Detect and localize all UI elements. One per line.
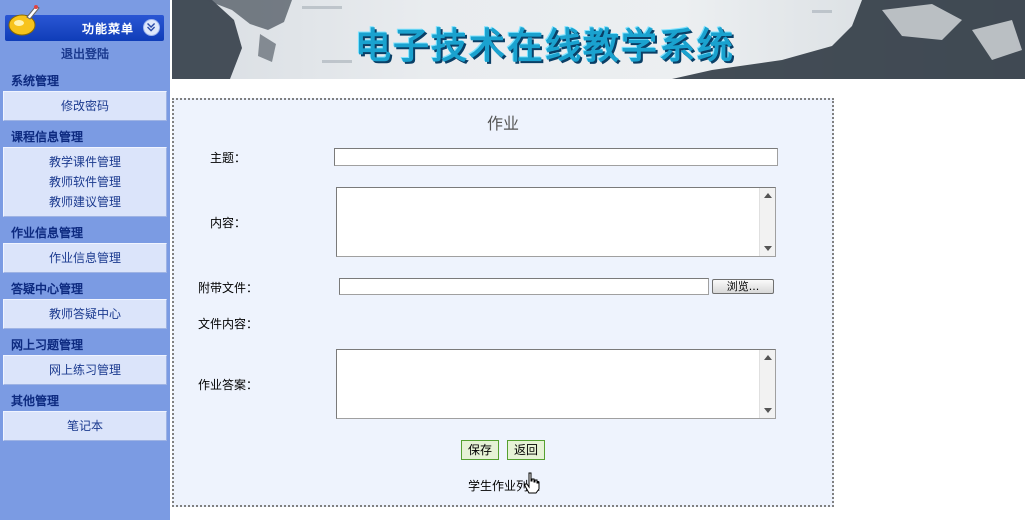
content-scrollbar[interactable] (759, 188, 775, 256)
section-box-system: 修改密码 (3, 91, 167, 121)
back-button[interactable]: 返回 (507, 440, 546, 460)
section-title-course[interactable]: 课程信息管理 (11, 128, 83, 145)
browse-button[interactable]: 浏览... (712, 279, 774, 294)
menu-item-notebook[interactable]: 笔记本 (4, 416, 166, 436)
section-box-course: 教学课件管理 教师软件管理 教师建议管理 (3, 147, 167, 217)
scroll-up-icon[interactable] (764, 193, 772, 198)
content-label: 内容： (210, 216, 247, 230)
sidebar: 功能菜单 退出登陆 系统管理 修改密码 课程信息管理 教学课件管理 教师软件管理… (0, 0, 170, 520)
answer-label: 作业答案： (198, 378, 259, 392)
attachment-file-input[interactable] (339, 278, 709, 295)
content-textarea[interactable] (336, 187, 776, 257)
section-title-homework[interactable]: 作业信息管理 (11, 224, 83, 241)
scroll-up-icon[interactable] (764, 355, 772, 360)
menu-item-qa-center[interactable]: 教师答疑中心 (4, 304, 166, 324)
section-title-qa[interactable]: 答疑中心管理 (11, 280, 83, 297)
subject-label: 主题： (210, 151, 247, 165)
homework-form-panel: 作业 主题： 内容： 附带文件： 浏览... 文件内容： 作业答案： 保存 返回… (172, 98, 834, 507)
chevron-double-down-icon[interactable] (143, 19, 160, 36)
section-box-other: 笔记本 (3, 411, 167, 441)
attachment-label: 附带文件： (198, 281, 259, 295)
form-title: 作业 (486, 114, 519, 133)
menu-item-courseware[interactable]: 教学课件管理 (4, 152, 166, 172)
section-title-system[interactable]: 系统管理 (11, 72, 59, 89)
logout-link[interactable]: 退出登陆 (0, 45, 170, 62)
section-box-qa: 教师答疑中心 (3, 299, 167, 329)
subject-input[interactable] (334, 148, 778, 166)
menu-header: 功能菜单 (5, 5, 164, 41)
menu-item-online-exercises[interactable]: 网上练习管理 (4, 360, 166, 380)
section-title-exercises[interactable]: 网上习题管理 (11, 336, 83, 353)
save-button[interactable]: 保存 (461, 440, 500, 460)
logo-icon (8, 5, 40, 36)
answer-scrollbar[interactable] (759, 350, 775, 418)
file-content-label: 文件内容： (198, 317, 259, 331)
menu-item-software[interactable]: 教师软件管理 (4, 172, 166, 192)
answer-textarea[interactable] (336, 349, 776, 419)
menu-item-homework[interactable]: 作业信息管理 (4, 248, 166, 268)
menu-title: 功能菜单 (82, 22, 135, 36)
menu-item-change-password[interactable]: 修改密码 (4, 96, 166, 116)
hand-pointer-icon (524, 472, 540, 494)
system-title: 电子技术在线教学系统 (355, 26, 736, 67)
section-box-exercises: 网上练习管理 (3, 355, 167, 385)
section-title-other[interactable]: 其他管理 (11, 392, 59, 409)
header-banner: 电子技术在线教学系统 (172, 0, 1025, 79)
scroll-down-icon[interactable] (764, 408, 772, 413)
menu-item-suggestions[interactable]: 教师建议管理 (4, 192, 166, 212)
scroll-down-icon[interactable] (764, 246, 772, 251)
section-box-homework: 作业信息管理 (3, 243, 167, 273)
